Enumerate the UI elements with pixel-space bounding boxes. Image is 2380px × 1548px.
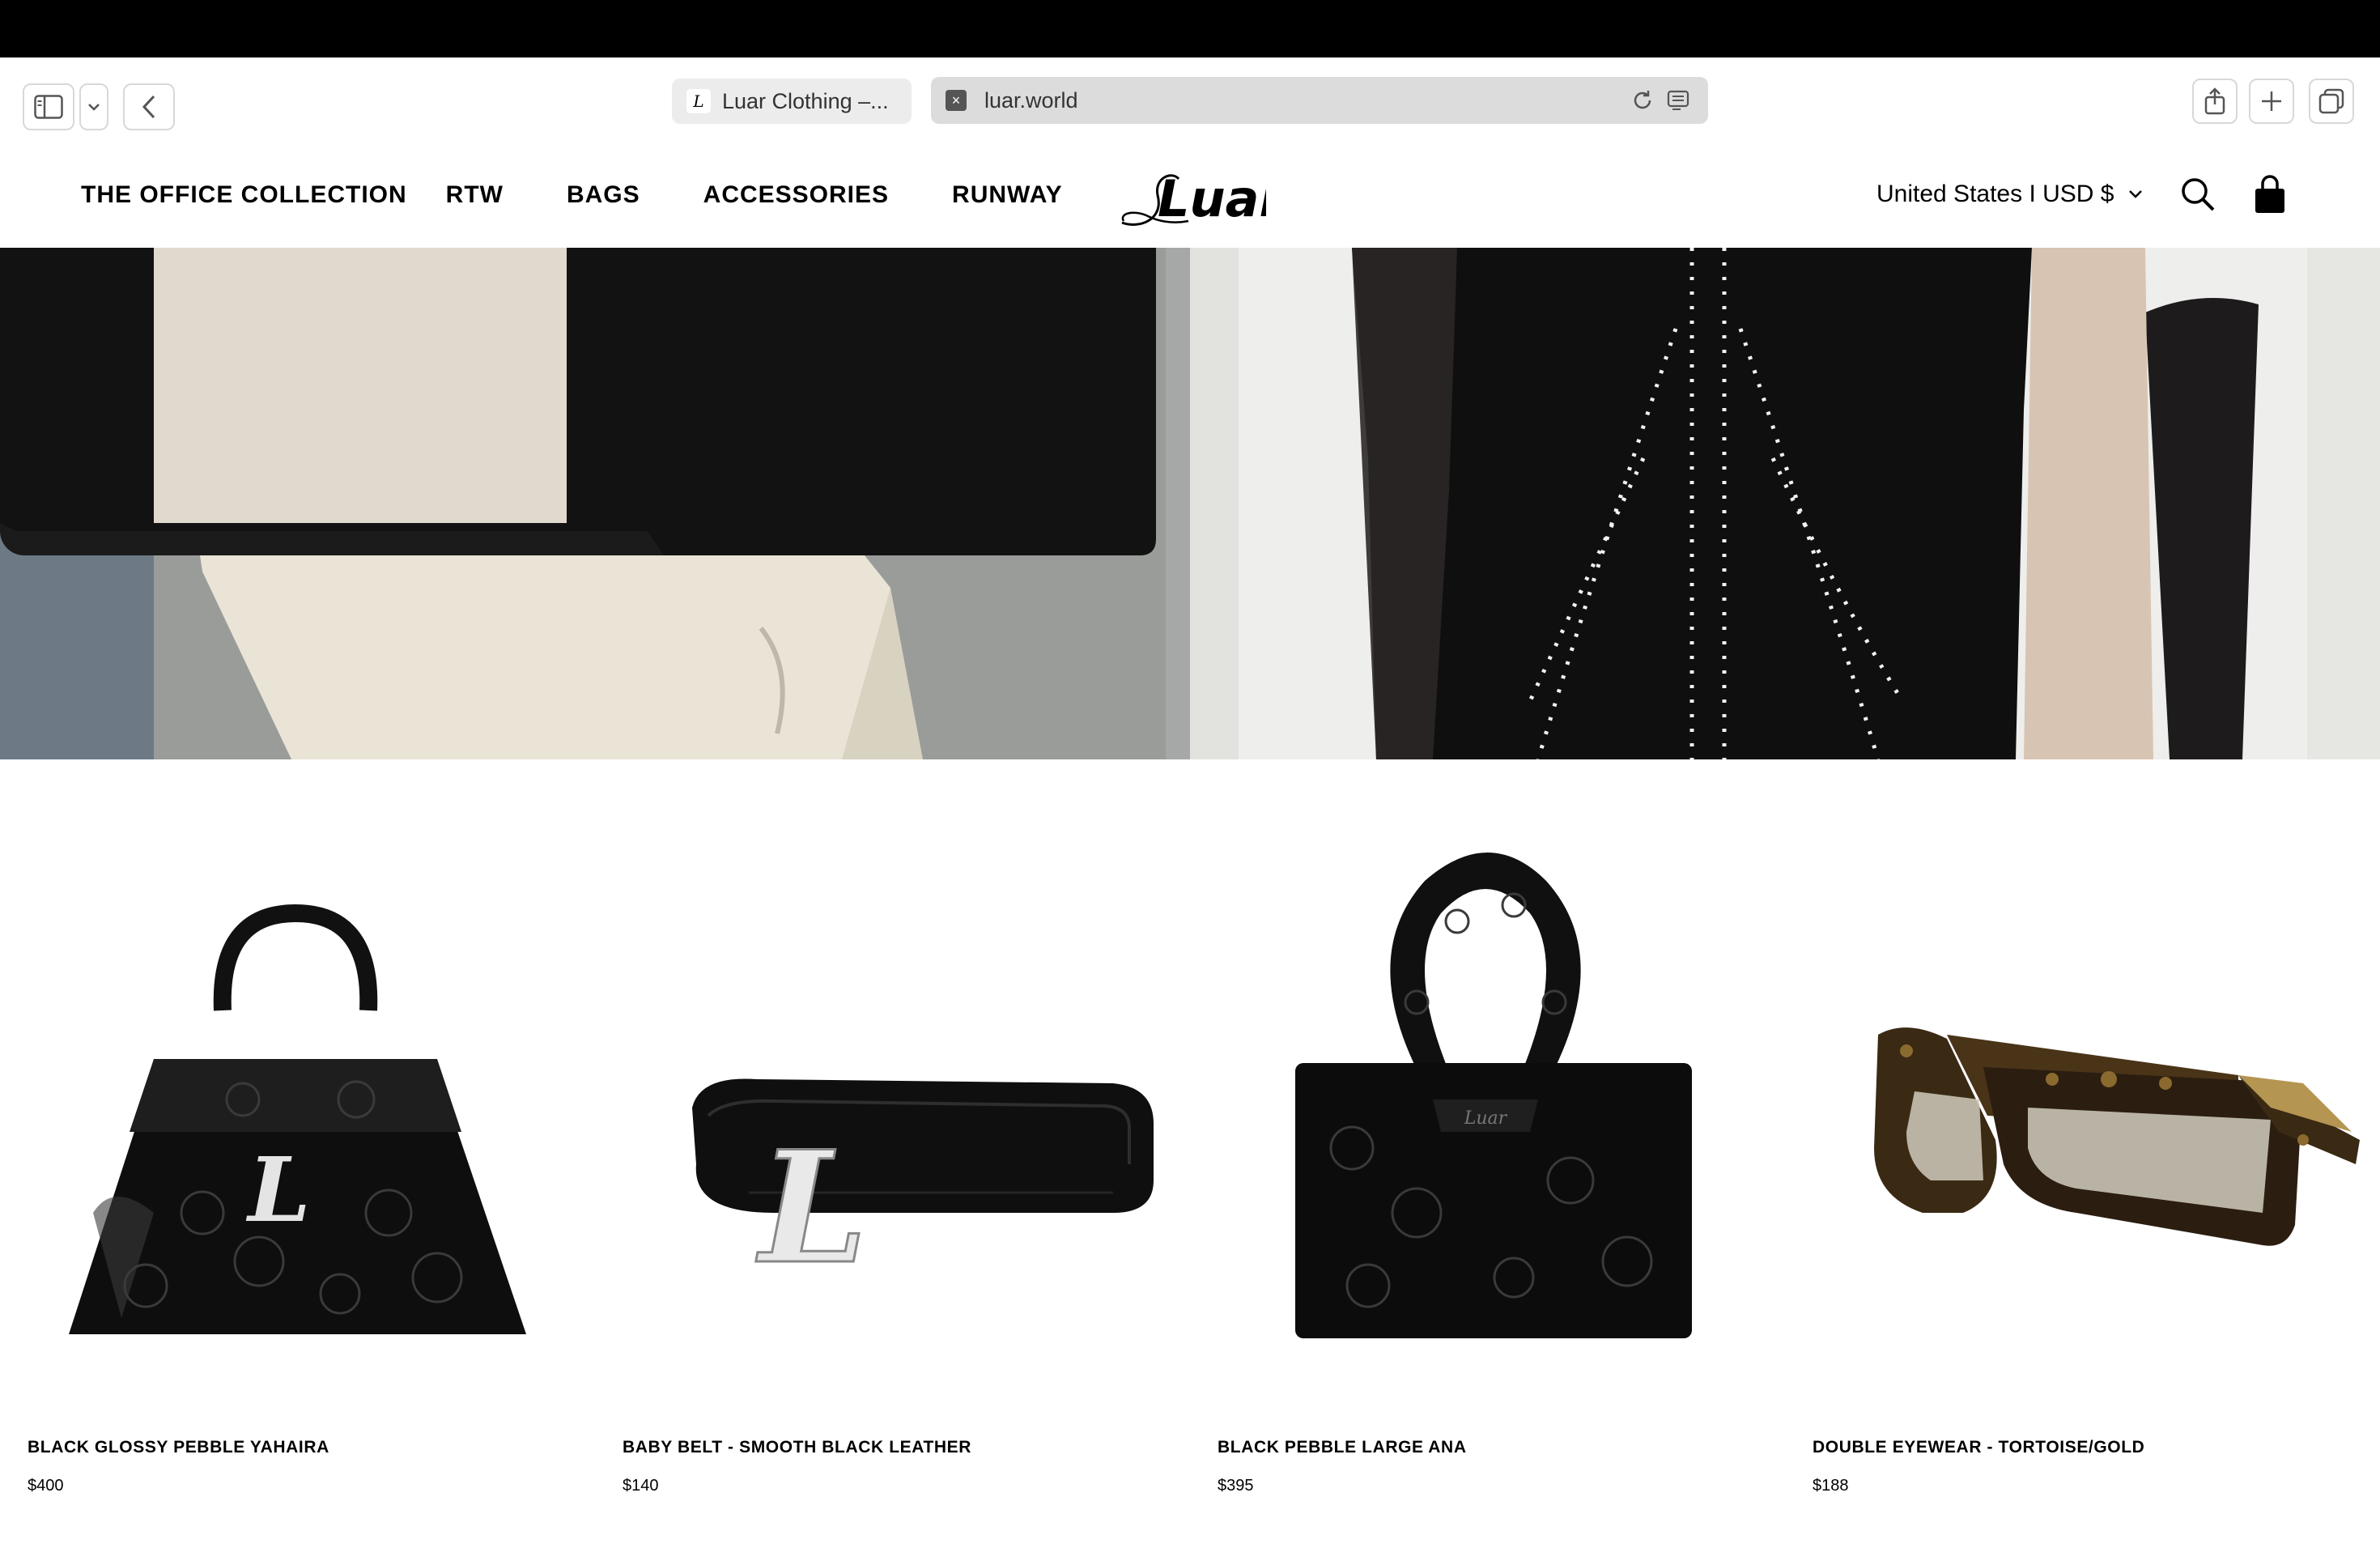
site-header: THE OFFICE COLLECTION RTW BAGS ACCESSORI… <box>0 142 2380 248</box>
search-icon[interactable] <box>2179 176 2216 213</box>
close-tab-icon[interactable]: × <box>946 90 967 111</box>
hero-image-knit-dress[interactable] <box>1190 248 2380 759</box>
chevron-down-icon <box>2129 190 2143 198</box>
share-icon <box>2204 87 2225 115</box>
main-nav: THE OFFICE COLLECTION RTW BAGS ACCESSORI… <box>81 142 1126 248</box>
chevron-left-icon <box>142 95 155 119</box>
hero-image-office-bag[interactable] <box>0 248 1190 759</box>
sunglasses-icon <box>1874 1027 2360 1246</box>
share-button[interactable] <box>2192 79 2238 124</box>
sidebar-icon <box>34 95 63 119</box>
nav-item-rtw[interactable]: RTW <box>446 181 504 209</box>
product-price: $395 <box>1218 1477 1254 1495</box>
sidebar-toggle-button[interactable] <box>23 83 74 130</box>
product-card[interactable]: L BLACK GLOSSY PEBBLE YAHAIRA $400 <box>0 759 595 1548</box>
handbag-icon: L <box>69 904 526 1334</box>
back-button[interactable] <box>123 83 175 130</box>
luar-logo[interactable]: Luar <box>1116 163 1266 232</box>
reader-icon[interactable] <box>1666 88 1690 113</box>
product-name[interactable]: BABY BELT - SMOOTH BLACK LEATHER <box>623 1438 971 1457</box>
plus-icon <box>2262 91 2281 111</box>
product-card[interactable]: L BABY BELT - SMOOTH BLACK LEATHER $140 <box>595 759 1190 1548</box>
browser-toolbar: L Luar Clothing –... × luar.world <box>0 57 2380 142</box>
svg-text:L: L <box>245 1138 310 1242</box>
svg-text:L: L <box>755 1117 868 1298</box>
shopping-bag-icon[interactable] <box>2252 174 2288 215</box>
nav-item-office-collection[interactable]: THE OFFICE COLLECTION <box>81 181 407 209</box>
browser-tab[interactable]: L Luar Clothing –... <box>672 79 912 124</box>
sidebar-menu-button[interactable] <box>79 83 108 130</box>
tabs-icon <box>2318 88 2344 114</box>
product-card[interactable]: DOUBLE EYEWEAR - TORTOISE/GOLD $188 <box>1785 759 2380 1548</box>
nav-item-bags[interactable]: BAGS <box>567 181 640 209</box>
chevron-down-icon <box>88 104 100 111</box>
nav-item-runway[interactable]: RUNWAY <box>952 181 1063 209</box>
product-name[interactable]: DOUBLE EYEWEAR - TORTOISE/GOLD <box>1813 1438 2144 1457</box>
luar-favicon-icon: L <box>686 89 711 113</box>
product-price: $188 <box>1813 1477 1849 1495</box>
product-price: $140 <box>623 1477 659 1495</box>
product-card[interactable]: Luar BLACK PEBBLE LARGE ANA $395 <box>1190 759 1785 1548</box>
url-text: luar.world <box>984 87 1078 113</box>
tab-overview-button[interactable] <box>2309 79 2354 124</box>
reload-icon[interactable] <box>1630 88 1655 113</box>
logo-text: Luar <box>1158 169 1266 228</box>
svg-text:Luar: Luar <box>1464 1108 1508 1129</box>
nav-item-accessories[interactable]: ACCESSORIES <box>703 181 889 209</box>
address-bar[interactable]: × luar.world <box>931 77 1708 124</box>
region-label: United States I USD $ <box>1876 181 2114 207</box>
product-name[interactable]: BLACK GLOSSY PEBBLE YAHAIRA <box>28 1438 329 1457</box>
new-tab-button[interactable] <box>2249 79 2294 124</box>
product-name[interactable]: BLACK PEBBLE LARGE ANA <box>1218 1438 1467 1457</box>
handbag-icon: Luar <box>1295 853 1692 1338</box>
tab-title: Luar Clothing –... <box>722 88 889 113</box>
belt-icon: L <box>692 1078 1154 1299</box>
region-currency-selector[interactable]: United States I USD $ <box>1876 181 2143 208</box>
product-price: $400 <box>28 1477 64 1495</box>
system-menu-bar <box>0 0 2380 57</box>
